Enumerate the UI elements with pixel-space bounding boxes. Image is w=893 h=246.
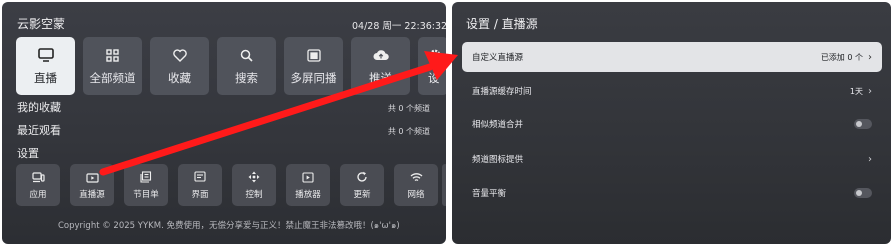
app-title: 云影空蒙 <box>17 17 66 31</box>
tile-label: 更新 <box>353 190 371 200</box>
recent-count: 共 0 个频道 <box>387 127 430 136</box>
home-panel: 云影空蒙 04/28 周一 22:36:32 直播 全部频道 收藏 搜索 多屏同… <box>2 2 446 244</box>
setting-name: 相似频道合并 <box>472 120 524 130</box>
setting-tile-app[interactable]: 应用 <box>16 164 60 206</box>
tile-search[interactable]: 搜索 <box>217 37 276 95</box>
tile-label: 界面 <box>191 190 209 200</box>
setting-name: 频道图标提供 <box>472 155 524 165</box>
setting-channel-logo[interactable]: 频道图标提供 › <box>462 144 882 174</box>
setting-merge-similar[interactable]: 相似频道合并 <box>462 109 882 139</box>
gear-icon <box>428 46 446 64</box>
tile-label: 应用 <box>29 190 47 200</box>
setting-value: 1天 <box>849 86 863 96</box>
setting-name: 音量平衡 <box>472 189 507 199</box>
chevron-right-icon: › <box>868 153 872 165</box>
setting-tile-more[interactable] <box>442 164 446 206</box>
tile-multiscreen[interactable]: 多屏同播 <box>284 37 343 95</box>
volume-balance-toggle[interactable] <box>854 188 872 198</box>
tile-label: 直播 <box>34 71 57 85</box>
setting-tile-player[interactable]: 播放器 <box>286 164 330 206</box>
wifi-icon <box>409 170 423 184</box>
merge-toggle[interactable] <box>854 119 872 129</box>
setting-tile-live-source[interactable]: 直播源 <box>70 164 114 206</box>
favorites-label[interactable]: 我的收藏 <box>17 99 61 115</box>
tile-label: 多屏同播 <box>290 71 337 85</box>
interface-icon <box>193 170 207 184</box>
multiscreen-icon <box>305 46 323 64</box>
favorites-count: 共 0 个频道 <box>387 104 430 113</box>
copyright-footer: Copyright © 2025 YYKM. 免费使用，无偿分享爱与正义！禁止魔… <box>58 221 400 231</box>
tile-favorites[interactable]: 收藏 <box>150 37 209 95</box>
datetime: 04/28 周一 22:36:32 <box>352 21 446 32</box>
setting-tile-network[interactable]: 网络 <box>394 164 438 206</box>
search-icon <box>238 46 256 64</box>
live-source-icon <box>85 170 99 184</box>
tv-icon <box>37 46 55 64</box>
live-source-settings-panel: 设置 / 直播源 自定义直播源 已添加 0 个 › 直播源缓存时间 1天 › 相… <box>452 2 891 244</box>
setting-custom-source[interactable]: 自定义直播源 已添加 0 个 › <box>462 42 882 72</box>
breadcrumb-title: 设置 / 直播源 <box>466 17 538 31</box>
update-icon <box>355 170 369 184</box>
setting-name: 自定义直播源 <box>472 53 524 63</box>
setting-tile-schedule[interactable]: 节目单 <box>124 164 168 206</box>
tile-label: 搜索 <box>235 71 258 85</box>
tile-label: 收藏 <box>168 71 191 85</box>
setting-volume-balance[interactable]: 音量平衡 <box>462 178 882 208</box>
setting-cache-time[interactable]: 直播源缓存时间 1天 › <box>462 76 882 106</box>
tile-push[interactable]: 推送 <box>351 37 410 95</box>
tile-label: 全部频道 <box>89 71 136 85</box>
setting-name: 直播源缓存时间 <box>472 87 532 97</box>
tile-label: 节目单 <box>133 190 159 200</box>
grid-icon <box>104 46 122 64</box>
heart-icon <box>171 46 189 64</box>
setting-tile-update[interactable]: 更新 <box>340 164 384 206</box>
cloud-upload-icon <box>372 46 390 64</box>
recent-label[interactable]: 最近观看 <box>17 122 61 138</box>
tile-label: 设 <box>428 71 440 85</box>
tile-label: 控制 <box>245 190 263 200</box>
setting-tile-interface[interactable]: 界面 <box>178 164 222 206</box>
settings-label: 设置 <box>17 147 39 160</box>
tile-label: 推送 <box>369 71 392 85</box>
chevron-right-icon: › <box>868 51 872 63</box>
device-icon <box>31 170 45 184</box>
schedule-icon <box>139 170 153 184</box>
setting-tile-control[interactable]: 控制 <box>232 164 276 206</box>
tile-label: 直播源 <box>79 190 105 200</box>
chevron-right-icon: › <box>868 85 872 97</box>
tile-all-channels[interactable]: 全部频道 <box>83 37 142 95</box>
tile-settings[interactable]: 设 <box>418 37 446 95</box>
setting-value: 已添加 0 个 <box>820 52 863 62</box>
player-icon <box>301 170 315 184</box>
control-icon <box>247 170 261 184</box>
tile-label: 网络 <box>407 190 425 200</box>
tile-live[interactable]: 直播 <box>16 37 75 95</box>
tile-label: 播放器 <box>295 190 321 200</box>
